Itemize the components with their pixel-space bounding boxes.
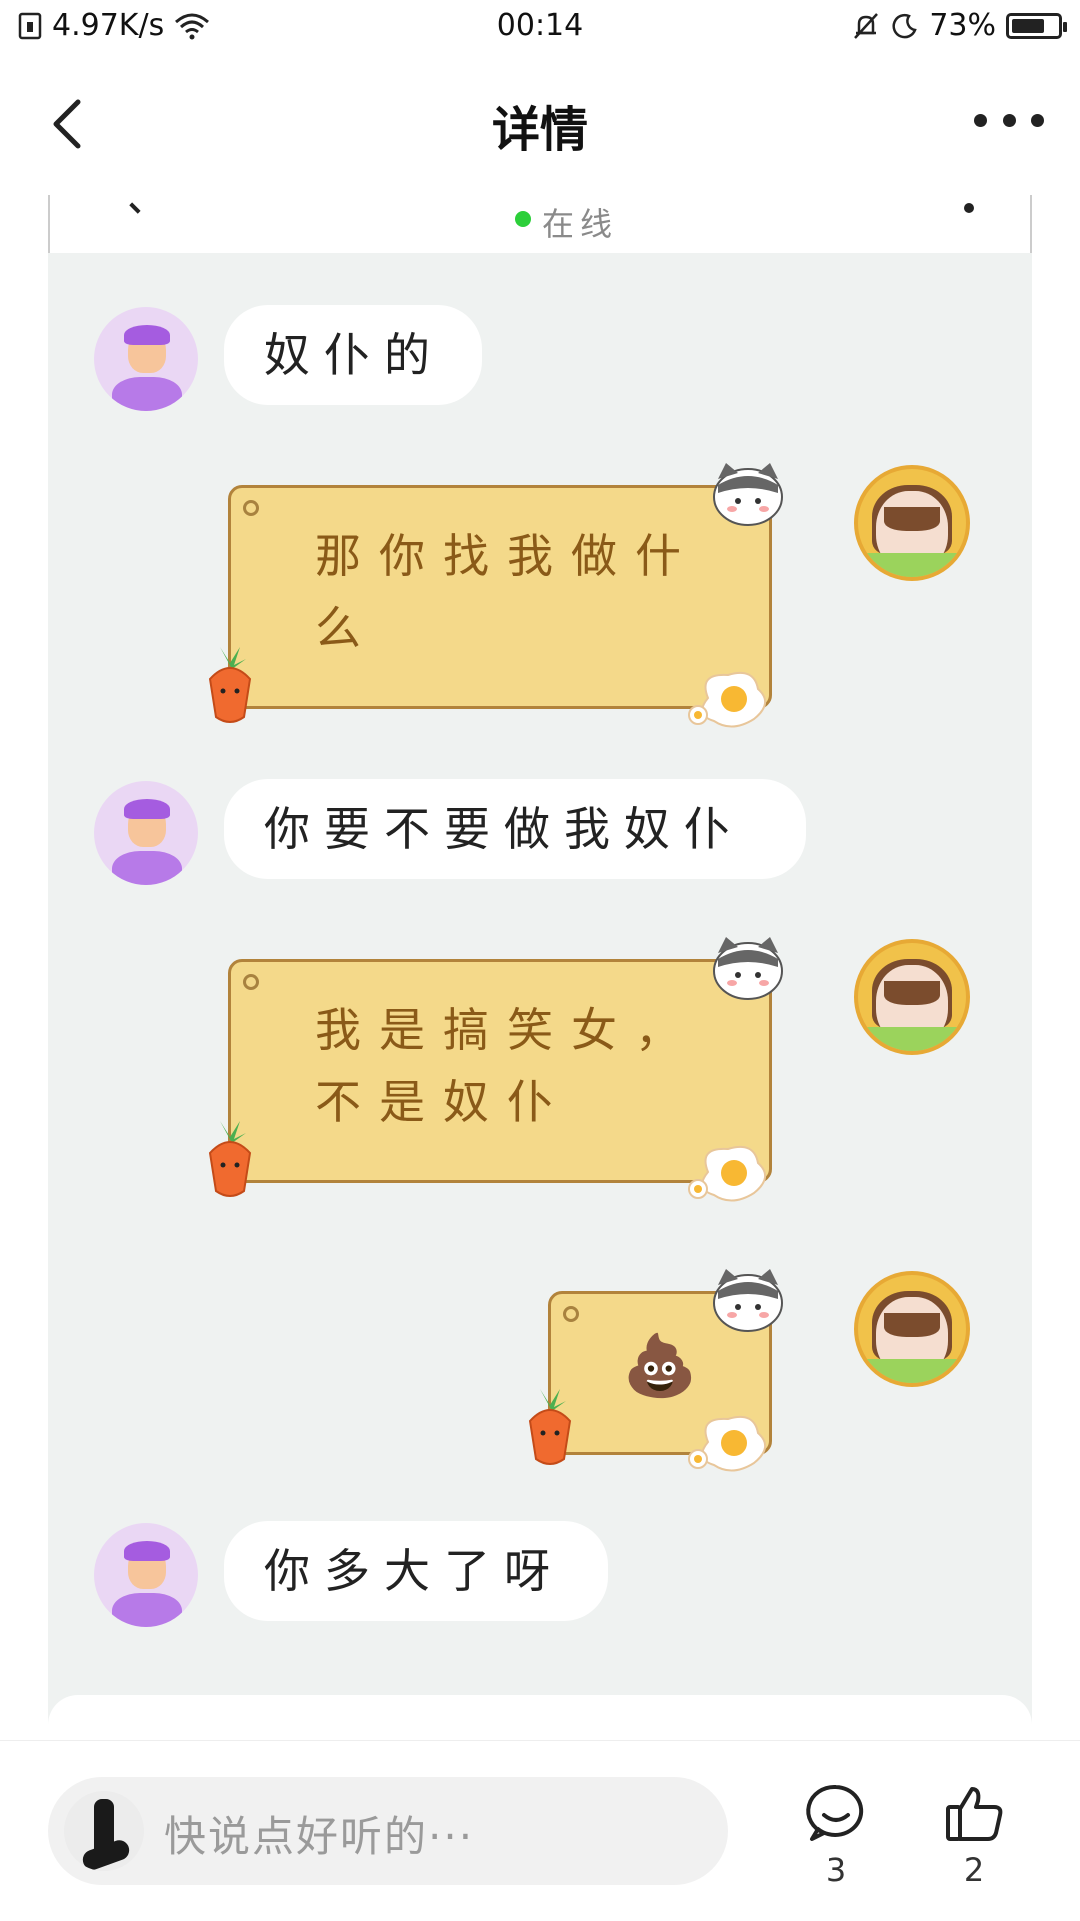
status-bar: 4.97K/s 00:14 73% <box>0 0 1080 54</box>
comment-placeholder: 快说点好听的··· <box>164 1812 475 1861</box>
screenshot-bottom-edge <box>48 1695 1032 1735</box>
comment-count: 3 <box>825 1851 847 1889</box>
online-status: 在线 <box>542 205 619 243</box>
cat-sticker-icon <box>713 937 783 1000</box>
message-text: 那你找我做什么 <box>315 529 699 655</box>
message-bubble: 奴仆的 <box>224 305 482 405</box>
my-avatar <box>854 1271 970 1387</box>
chat-back-icon <box>129 195 155 214</box>
my-avatar <box>854 465 970 581</box>
battery-fill <box>1012 18 1044 33</box>
like-button[interactable]: 2 <box>924 1781 1024 1901</box>
battery-icon <box>1006 12 1067 39</box>
post-image[interactable]: 在线 奴仆的 那你找我做什么 你要不要做我奴仆 我是搞笑女，不是奴仆 💩 你多大… <box>48 195 1032 1735</box>
comment-button[interactable]: 3 <box>786 1781 886 1901</box>
thumbs-up-icon <box>946 1787 1003 1841</box>
other-avatar <box>94 781 198 885</box>
my-avatar <box>854 939 970 1055</box>
egg-sticker-icon <box>688 1145 766 1202</box>
carrot-sticker-icon <box>208 1121 252 1197</box>
message-bubble: 你要不要做我奴仆 <box>224 779 806 879</box>
pin-icon <box>563 1306 579 1322</box>
online-dot <box>515 211 531 227</box>
mute-bell-icon <box>854 12 879 39</box>
user-avatar <box>64 1791 144 1871</box>
comment-bar: 快说点好听的··· 3 2 <box>0 1740 1080 1921</box>
moon-icon <box>892 13 918 38</box>
more-dots-icon[interactable] <box>974 100 1044 140</box>
cat-sticker-icon <box>713 1269 783 1332</box>
message-text: 我是搞笑女，不是奴仆 <box>315 1003 699 1129</box>
message-bubble: 你多大了呀 <box>224 1521 608 1621</box>
battery-percent: 73% <box>929 8 996 43</box>
page-title: 详情 <box>491 102 588 158</box>
pin-icon <box>243 500 259 516</box>
other-avatar <box>94 307 198 411</box>
carrot-sticker-icon <box>208 647 252 723</box>
comment-bubble-icon <box>806 1784 864 1841</box>
poop-emoji: 💩 <box>622 1331 698 1401</box>
egg-sticker-icon <box>688 671 766 728</box>
comment-input[interactable]: 快说点好听的··· <box>48 1777 728 1885</box>
carrot-sticker-icon <box>528 1389 572 1465</box>
cat-sticker-icon <box>713 463 783 526</box>
chat-header: 在线 <box>48 195 1032 253</box>
egg-sticker-icon <box>688 1415 766 1472</box>
like-count: 2 <box>963 1851 985 1889</box>
chat-menu-icon <box>964 203 974 213</box>
pin-icon <box>243 974 259 990</box>
nav-bar: 详情 <box>0 54 1080 194</box>
other-avatar <box>94 1523 198 1627</box>
